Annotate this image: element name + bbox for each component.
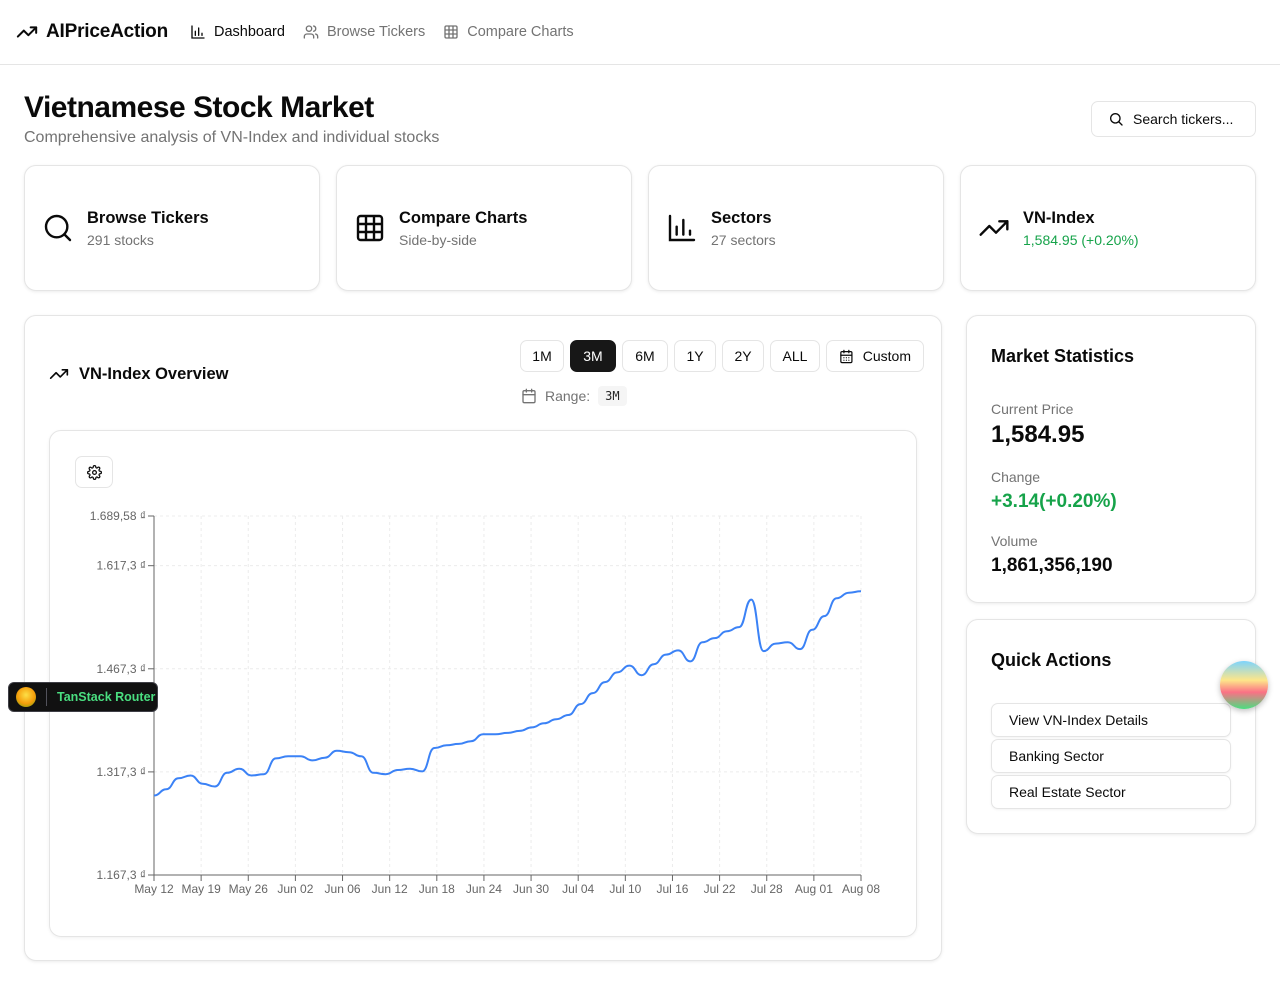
range-all-button[interactable]: ALL bbox=[770, 340, 820, 372]
change-value: +3.14(+0.20%) bbox=[991, 491, 1117, 512]
y-tick-label: 1.467,3 ₫ bbox=[96, 662, 146, 676]
y-tick-label: 1.617,3 ₫ bbox=[96, 559, 146, 573]
trending-up-icon bbox=[16, 26, 38, 38]
current-price-label: Current Price bbox=[991, 401, 1074, 417]
x-tick-label: Jul 16 bbox=[656, 882, 688, 896]
overview-title-text: VN-Index Overview bbox=[79, 364, 229, 383]
current-price-value: 1,584.95 bbox=[991, 421, 1085, 448]
vn-index-overview-panel: VN-Index Overview 1M 3M 6M 1Y 2Y ALL Cus… bbox=[24, 315, 942, 961]
card-title: Browse Tickers bbox=[87, 208, 209, 227]
card-sectors[interactable]: Sectors 27 sectors bbox=[648, 165, 944, 291]
nav-compare-charts-label: Compare Charts bbox=[467, 24, 574, 40]
volume-label: Volume bbox=[991, 533, 1038, 549]
market-statistics-panel: Market Statistics Current Price 1,584.95… bbox=[966, 315, 1256, 603]
search-icon bbox=[44, 214, 72, 242]
page-title: Vietnamese Stock Market bbox=[24, 91, 374, 124]
calendar-icon bbox=[840, 349, 853, 363]
x-tick-label: Jun 06 bbox=[325, 882, 361, 896]
range-2y-button[interactable]: 2Y bbox=[722, 340, 764, 372]
nav-compare-charts[interactable]: Compare Charts bbox=[443, 24, 574, 40]
change-label: Change bbox=[991, 469, 1041, 485]
search-icon bbox=[1110, 113, 1123, 126]
calendar-icon bbox=[522, 388, 536, 404]
quick-actions-title: Quick Actions bbox=[991, 650, 1112, 670]
grid-icon bbox=[444, 25, 458, 39]
range-selector: 1M 3M 6M 1Y 2Y ALL Custom bbox=[520, 340, 924, 372]
top-navbar: AIPriceAction Dashboard Browse Tickers C… bbox=[0, 0, 1280, 65]
x-tick-label: May 12 bbox=[134, 882, 174, 896]
x-tick-label: Jun 18 bbox=[419, 882, 455, 896]
x-tick-label: Jun 30 bbox=[513, 882, 549, 896]
real-estate-sector-button[interactable]: Real Estate Sector bbox=[991, 775, 1231, 809]
range-custom-button[interactable]: Custom bbox=[826, 340, 924, 372]
x-tick-label: Aug 08 bbox=[842, 882, 880, 896]
x-tick-label: Jul 04 bbox=[562, 882, 594, 896]
card-title: Sectors bbox=[711, 208, 772, 227]
trending-up-icon bbox=[979, 220, 1009, 236]
x-tick-label: Jun 12 bbox=[372, 882, 408, 896]
y-tick-label: 1.167,3 ₫ bbox=[96, 868, 146, 882]
search-tickers-label: Search tickers... bbox=[1133, 111, 1234, 127]
card-subtitle: 27 sectors bbox=[711, 231, 776, 248]
card-subtitle: Side-by-side bbox=[399, 231, 477, 248]
brand-name: AIPriceAction bbox=[46, 21, 168, 42]
vn-index-line-chart[interactable]: 1.689,58 ₫ 1.617,3 ₫ 1.467,3 ₫ 1.317,3 ₫ 1.1… bbox=[50, 431, 918, 938]
y-tick-label: 1.689,58 ₫ bbox=[90, 509, 146, 523]
x-tick-label: Jul 10 bbox=[609, 882, 641, 896]
nav-browse-tickers-label: Browse Tickers bbox=[326, 24, 426, 40]
nav-browse-tickers[interactable]: Browse Tickers bbox=[303, 24, 425, 40]
gear-icon bbox=[86, 464, 102, 480]
overview-title: VN-Index Overview bbox=[49, 364, 228, 384]
bar-chart-icon bbox=[191, 25, 205, 39]
trending-up-icon bbox=[49, 369, 69, 379]
tanstack-logo-icon bbox=[16, 687, 36, 707]
volume-value: 1,861,356,190 bbox=[991, 555, 1113, 576]
x-tick-label: Jun 02 bbox=[277, 882, 313, 896]
chart-container: 1.689,58 ₫ 1.617,3 ₫ 1.467,3 ₫ 1.317,3 ₫ 1.1… bbox=[49, 430, 917, 937]
x-tick-label: Jun 24 bbox=[466, 882, 502, 896]
card-vn-index[interactable]: VN-Index 1,584.95 (+0.20%) bbox=[960, 165, 1256, 291]
card-browse-tickers[interactable]: Browse Tickers 291 stocks bbox=[24, 165, 320, 291]
series-line bbox=[153, 590, 862, 797]
floating-assistant-button[interactable] bbox=[1220, 661, 1268, 709]
y-tick-label: 1.317,3 ₫ bbox=[96, 765, 146, 779]
tanstack-router-devtools-button[interactable]: TanStack Router bbox=[8, 682, 158, 712]
range-6m-button[interactable]: 6M bbox=[622, 340, 668, 372]
bar-chart-icon bbox=[668, 214, 696, 242]
users-icon bbox=[303, 25, 319, 39]
range-info: Range: 3M bbox=[521, 386, 627, 406]
x-tick-label: May 19 bbox=[181, 882, 221, 896]
quick-actions-panel: Quick Actions View VN-Index Details Bank… bbox=[966, 619, 1256, 834]
card-subtitle: 291 stocks bbox=[87, 231, 154, 248]
card-title: Compare Charts bbox=[399, 208, 528, 227]
banking-sector-button[interactable]: Banking Sector bbox=[991, 739, 1231, 773]
tanstack-router-label: TanStack Router bbox=[57, 690, 156, 704]
range-custom-label: Custom bbox=[862, 348, 911, 364]
range-1m-button[interactable]: 1M bbox=[520, 340, 564, 372]
range-3m-button[interactable]: 3M bbox=[570, 340, 616, 372]
x-tick-label: May 26 bbox=[229, 882, 269, 896]
x-tick-label: Aug 01 bbox=[795, 882, 833, 896]
search-tickers-button[interactable]: Search tickers... bbox=[1091, 101, 1256, 137]
divider bbox=[46, 688, 47, 706]
card-compare-charts[interactable]: Compare Charts Side-by-side bbox=[336, 165, 632, 291]
view-vn-index-details-button[interactable]: View VN-Index Details bbox=[991, 703, 1231, 737]
x-tick-label: Jul 22 bbox=[704, 882, 736, 896]
page-header: Vietnamese Stock Market Comprehensive an… bbox=[24, 92, 439, 147]
range-1y-button[interactable]: 1Y bbox=[674, 340, 716, 372]
page-subtitle: Comprehensive analysis of VN-Index and i… bbox=[24, 129, 440, 146]
chart-settings-button[interactable] bbox=[75, 456, 113, 488]
range-value-badge: 3M bbox=[598, 386, 627, 406]
range-label: Range: bbox=[545, 388, 591, 404]
grid-icon bbox=[356, 214, 384, 242]
x-tick-label: Jul 28 bbox=[751, 882, 783, 896]
nav-dashboard[interactable]: Dashboard bbox=[190, 24, 285, 40]
card-title: VN-Index bbox=[1023, 208, 1095, 227]
market-statistics-title: Market Statistics bbox=[991, 346, 1135, 366]
brand[interactable]: AIPriceAction bbox=[16, 21, 168, 43]
card-subtitle: 1,584.95 (+0.20%) bbox=[1023, 231, 1139, 248]
nav-dashboard-label: Dashboard bbox=[214, 24, 285, 40]
